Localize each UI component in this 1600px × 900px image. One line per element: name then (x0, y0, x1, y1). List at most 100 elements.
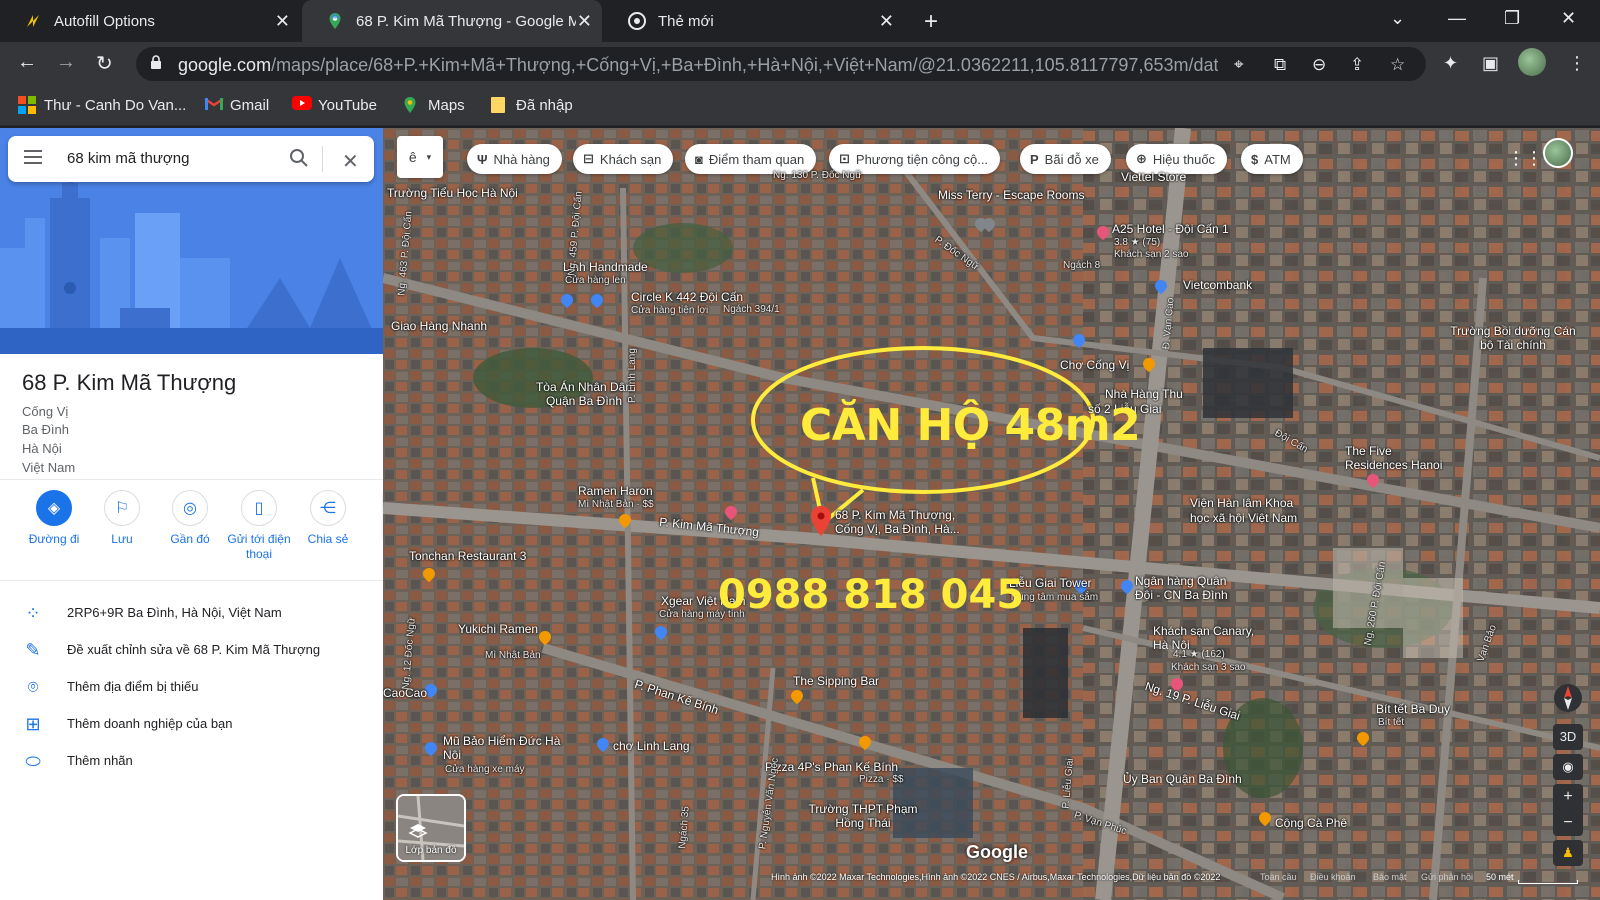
shop-pin-icon[interactable] (425, 742, 437, 756)
hotel-pin-icon[interactable] (725, 506, 737, 520)
open-in-app-icon[interactable]: ⧉ (1274, 55, 1286, 75)
send-to-phone-button[interactable]: ▯ Gửi tới điện thoại (225, 490, 293, 562)
poi-category: Khách sạn 2 sao (1114, 249, 1189, 260)
search-icon[interactable] (289, 148, 309, 168)
restaurant-pin-icon[interactable] (619, 514, 631, 528)
hotel-pin-icon[interactable] (1097, 226, 1109, 240)
chip-atm[interactable]: $ ATM (1241, 144, 1303, 174)
bookmark-star-icon[interactable]: ☆ (1390, 55, 1405, 75)
restaurant-pin-icon[interactable] (423, 568, 435, 582)
forward-arrow-icon[interactable]: → (56, 51, 76, 74)
add-missing-place-row[interactable]: ⌾ Thêm địa điểm bị thiếu (0, 669, 383, 706)
zoom-icon[interactable]: ⊖ (1312, 55, 1326, 75)
restore-icon[interactable]: ❐ (1504, 8, 1520, 29)
bookmark-folder-imported[interactable]: Đã nhập (490, 96, 573, 114)
add-label-row[interactable]: ⬭ Thêm nhãn (0, 743, 383, 780)
poi-label: Khách sạn Canary, Hà Nội (1153, 624, 1255, 652)
poi-category: Mì Nhật Bản (485, 650, 541, 661)
pegman-icon[interactable]: ♟ (1553, 840, 1583, 866)
chrome-icon (628, 12, 646, 30)
footer-link-privacy[interactable]: Bảo mật (1373, 872, 1407, 882)
restaurant-pin-icon[interactable] (859, 736, 871, 750)
clear-search-icon[interactable]: ✕ (342, 149, 359, 174)
chip-restaurants[interactable]: Ψ Nhà hàng (467, 144, 562, 174)
add-business-row[interactable]: ⊞ Thêm doanh nghiệp của bạn (0, 706, 383, 743)
chip-hotels[interactable]: ⊟ Khách sạn (573, 144, 674, 174)
tab-autofill-options[interactable]: Autofill Options ✕ (0, 0, 300, 42)
directions-button[interactable]: ◈ Đường đi (20, 490, 88, 547)
tab-new-tab[interactable]: Thẻ mới ✕ (604, 0, 904, 42)
tab-search-chevron-icon[interactable]: ⌄ (1390, 8, 1405, 29)
restaurant-icon: Ψ (477, 151, 488, 167)
share-page-icon[interactable]: ⇪ (1350, 55, 1364, 75)
section-divider (0, 479, 383, 480)
menu-hamburger-icon[interactable] (24, 150, 42, 164)
market-pin-icon[interactable] (597, 738, 609, 752)
close-window-icon[interactable]: ✕ (1561, 8, 1576, 29)
tab-google-maps[interactable]: 68 P. Kim Mã Thượng - Google M ✕ (302, 0, 602, 42)
save-button[interactable]: ⚐ Lưu (88, 490, 156, 547)
search-input[interactable]: 68 kim mã thượng (67, 150, 189, 167)
minimize-icon[interactable]: — (1448, 8, 1466, 29)
attraction-pin-icon[interactable] (983, 218, 995, 232)
account-avatar[interactable] (1543, 138, 1573, 168)
info-row-text: Đề xuất chỉnh sửa về 68 P. Kim Mã Thượng (67, 642, 321, 657)
poi-label: Tonchan Restaurant 3 (409, 549, 527, 563)
footer-link-feedback[interactable]: Gửi phản hồi (1421, 872, 1473, 882)
poi-label: The Five Residences Hanoi (1345, 444, 1443, 472)
poi-label: Trường Bồi dưỡng Cán bộ Tài chính (1450, 324, 1576, 352)
chrome-menu-icon[interactable]: ⋮ (1568, 53, 1586, 74)
poi-label: Ngân hàng Quân Đội - CN Ba Đình (1135, 574, 1228, 602)
address-bar[interactable]: google.com/maps/place/68+P.+Kim+Mã+Thượn… (136, 47, 1426, 81)
shop-pin-icon[interactable] (655, 626, 667, 640)
search-box[interactable]: 68 kim mã thượng ✕ (8, 136, 374, 182)
shop-pin-icon[interactable] (591, 294, 603, 308)
chip-label: Phương tiện công cộ... (855, 151, 989, 167)
compass-icon[interactable] (1553, 680, 1583, 716)
bank-pin-icon[interactable] (1121, 580, 1133, 594)
footer-link-terms[interactable]: Điều khoản (1310, 872, 1356, 882)
close-tab-icon[interactable]: ✕ (275, 11, 290, 32)
action-label-line: thoại (245, 547, 273, 561)
plus-code-row[interactable]: ⁘ 2RP6+9R Ba Đình, Hà Nội, Việt Nam (0, 595, 383, 632)
cafe-pin-icon[interactable] (1259, 812, 1271, 826)
shopping-pin-icon[interactable] (1073, 334, 1085, 348)
input-tools-button[interactable]: ê ▾ (397, 136, 443, 178)
shop-pin-icon[interactable] (561, 294, 573, 308)
restaurant-pin-icon[interactable] (1357, 732, 1369, 746)
map-layers-button[interactable]: Lớp bản đồ (396, 794, 466, 862)
profile-avatar[interactable] (1518, 48, 1546, 76)
back-arrow-icon[interactable]: ← (17, 51, 37, 74)
new-tab-plus-icon[interactable]: + (924, 8, 938, 36)
side-panel-icon[interactable]: ▣ (1482, 53, 1499, 74)
extensions-puzzle-icon[interactable]: ✦ (1443, 53, 1458, 74)
hotel-pin-icon[interactable] (1367, 474, 1379, 488)
bookmark-maps[interactable]: Maps (402, 96, 465, 114)
reload-icon[interactable]: ↻ (96, 51, 113, 76)
chip-parking[interactable]: P Bãi đỗ xe (1020, 144, 1111, 174)
nearby-button[interactable]: ◎ Gần đó (156, 490, 224, 547)
bar-pin-icon[interactable] (791, 690, 803, 704)
satellite-map[interactable]: ê ▾ Ψ Nhà hàng ⊟ Khách sạn ◙ Điểm tham quan … (383, 128, 1600, 900)
location-icon[interactable]: ⌖ (1234, 55, 1244, 75)
close-tab-icon[interactable]: ✕ (577, 11, 592, 32)
bookmark-mail[interactable]: Thư - Canh Do Van... (18, 96, 186, 114)
address-line: Hà Nội (22, 441, 62, 456)
restaurant-pin-icon[interactable] (539, 631, 551, 645)
footer-link-global[interactable]: Toàn cầu (1260, 872, 1297, 882)
bank-pin-icon[interactable] (1155, 280, 1167, 294)
bookmark-youtube[interactable]: YouTube (292, 96, 377, 114)
poi-category: Bít tết (1378, 717, 1405, 728)
suggest-edit-row[interactable]: ✎ Đề xuất chỉnh sửa về 68 P. Kim Mã Thượ… (0, 632, 383, 669)
zoom-out-button[interactable]: − (1553, 810, 1583, 836)
share-button[interactable]: ⋲ Chia sẻ (294, 490, 362, 547)
restaurant-pin-icon[interactable] (1143, 358, 1155, 372)
zoom-in-button[interactable]: + (1553, 784, 1583, 810)
parking-icon: P (1030, 151, 1039, 167)
tilt-3d-button[interactable]: 3D (1553, 724, 1583, 750)
info-row-text: Thêm địa điểm bị thiếu (67, 679, 199, 694)
bookmark-gmail[interactable]: Gmail (204, 96, 269, 114)
my-location-icon[interactable]: ◉ (1553, 754, 1583, 780)
hotel-icon: ⊟ (583, 151, 594, 166)
close-tab-icon[interactable]: ✕ (879, 11, 894, 32)
